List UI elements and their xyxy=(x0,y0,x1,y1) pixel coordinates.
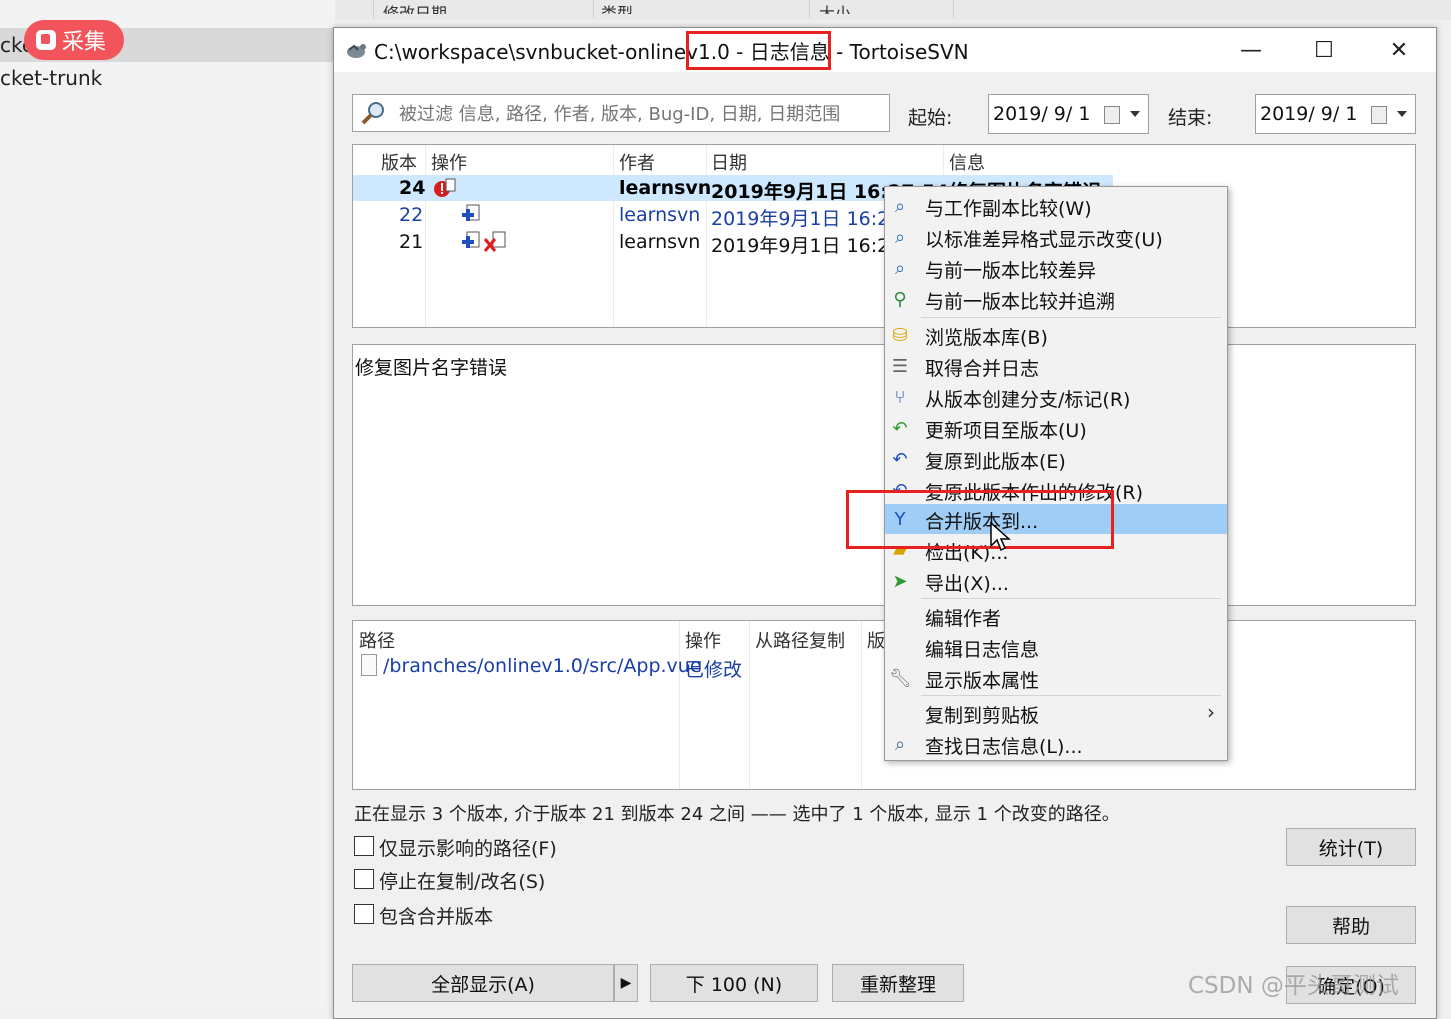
chevron-down-icon[interactable] xyxy=(1397,111,1407,117)
revision-author: learnsvn xyxy=(619,204,701,226)
window-title: C:\workspace\svnbucket-onlinev1.0 - 日志信息… xyxy=(374,40,969,64)
col-header-date[interactable]: 日期 xyxy=(711,149,747,175)
bg-col-modified[interactable]: 修改日期 xyxy=(383,0,447,14)
menu-blame-previous[interactable]: ⚲ 与前一版本比较并追溯 xyxy=(885,284,1227,314)
stop-on-copy-label[interactable]: 停止在复制/改名(S) xyxy=(379,867,545,894)
to-date-value: 2019/ 9/ 1 xyxy=(1260,103,1358,125)
revision-author: learnsvn xyxy=(619,231,701,253)
menu-update-to-revision[interactable]: ↶ 更新项目至版本(U) xyxy=(885,413,1227,443)
revision-date: 2019年9月1日 16:23 xyxy=(711,235,902,257)
menu-compare-wc[interactable]: ⌕ 与工作副本比较(W) xyxy=(885,191,1227,221)
menu-branch-tag[interactable]: ⑂ 从版本创建分支/标记(R) xyxy=(885,382,1227,412)
stop-on-copy-checkbox[interactable] xyxy=(354,869,374,889)
branch-icon: ⑂ xyxy=(894,387,906,408)
calendar-icon xyxy=(1104,106,1120,124)
title-bar[interactable]: C:\workspace\svnbucket-onlinev1.0 - 日志信息… xyxy=(334,28,1436,72)
col-header-revision[interactable]: 版本 xyxy=(381,149,417,175)
minimize-button[interactable]: — xyxy=(1216,28,1286,72)
from-date-label: 起始: xyxy=(908,107,953,129)
maximize-button[interactable]: ☐ xyxy=(1289,28,1359,72)
explorer-item[interactable]: cket-trunk xyxy=(0,66,102,90)
col-header-path-action[interactable]: 操作 xyxy=(685,627,721,653)
modified-action-icon xyxy=(434,178,456,197)
export-icon: ➤ xyxy=(892,571,908,592)
col-header-copy-from[interactable]: 从路径复制 xyxy=(755,627,845,653)
menu-show-properties[interactable]: 🔧︎ 显示版本属性 xyxy=(885,663,1227,693)
col-header-path[interactable]: 路径 xyxy=(359,627,395,653)
search-icon xyxy=(361,102,384,125)
include-merged-checkbox[interactable] xyxy=(354,904,374,924)
background-column-header: 修改日期 类型 大小 xyxy=(335,0,1451,20)
menu-repo-browser[interactable]: ⛁ 浏览版本库(B) xyxy=(885,320,1227,350)
submenu-arrow-icon: › xyxy=(1207,700,1215,724)
menu-edit-author[interactable]: 编辑作者 xyxy=(885,601,1227,631)
repo-browser-icon: ⛁ xyxy=(892,325,908,346)
added-action-icon xyxy=(462,231,480,248)
statistics-button[interactable]: 统计(T) xyxy=(1286,828,1416,866)
revision-author: learnsvn xyxy=(619,177,712,199)
to-date-label: 结束: xyxy=(1168,107,1213,129)
close-button[interactable]: ✕ xyxy=(1364,28,1434,72)
include-merged-label[interactable]: 包含合并版本 xyxy=(379,902,493,929)
refresh-button[interactable]: 重新整理 xyxy=(832,964,964,1002)
calendar-icon xyxy=(1371,106,1387,124)
file-icon xyxy=(361,654,377,676)
menu-find-log[interactable]: ⌕ 查找日志信息(L)... xyxy=(885,729,1227,759)
magnifier-icon: ⌕ xyxy=(894,258,906,279)
context-menu: ⌕ 与工作副本比较(W) ⌕ 以标准差异格式显示改变(U) ⌕ 与前一版本比较差… xyxy=(884,186,1228,761)
menu-unified-diff[interactable]: ⌕ 以标准差异格式显示改变(U) xyxy=(885,222,1227,252)
changed-path[interactable]: /branches/onlinev1.0/src/App.vue xyxy=(383,655,702,677)
revision-number: 21 xyxy=(399,231,424,253)
show-all-button[interactable]: 全部显示(A) xyxy=(352,964,614,1002)
list-icon: ☰ xyxy=(891,356,909,377)
search-icon: ⌕ xyxy=(894,734,906,755)
mouse-cursor-icon xyxy=(990,522,1011,552)
menu-merge-log[interactable]: ☰ 取得合并日志 xyxy=(885,351,1227,381)
menu-compare-previous[interactable]: ⌕ 与前一版本比较差异 xyxy=(885,253,1227,283)
menu-revert-to-revision[interactable]: ↶ 复原到此版本(E) xyxy=(885,444,1227,474)
revision-number: 24 xyxy=(399,177,426,199)
revert-arrow-icon: ↶ xyxy=(892,449,908,470)
filter-input[interactable] xyxy=(397,101,881,127)
col-header-revision-short[interactable]: 版 xyxy=(867,627,885,653)
next-100-button[interactable]: 下 100 (N) xyxy=(650,964,818,1002)
collect-badge-label: 采集 xyxy=(62,30,107,55)
col-header-author[interactable]: 作者 xyxy=(619,149,655,175)
bg-col-type[interactable]: 类型 xyxy=(601,0,633,14)
wrench-icon: 🔧︎ xyxy=(889,668,912,689)
annotation-highlight-menu xyxy=(846,490,1114,549)
background-explorer-pane: cke...1.0 cket-trunk xyxy=(0,0,335,1007)
col-header-actions[interactable]: 操作 xyxy=(431,149,467,175)
user-magnifier-icon: ⚲ xyxy=(893,289,907,310)
update-arrow-icon: ↶ xyxy=(892,418,908,439)
changed-path-action: 已修改 xyxy=(685,659,743,681)
status-text: 正在显示 3 个版本, 介于版本 21 到版本 24 之间 —— 选中了 1 个… xyxy=(354,804,1120,825)
from-date-value: 2019/ 9/ 1 xyxy=(993,103,1091,125)
deleted-action-icon xyxy=(483,231,506,252)
to-date-picker[interactable]: 2019/ 9/ 1 xyxy=(1255,94,1416,134)
help-button[interactable]: 帮助 xyxy=(1286,906,1416,944)
magnifier-icon: ⌕ xyxy=(894,196,906,217)
menu-edit-log-message[interactable]: 编辑日志信息 xyxy=(885,632,1227,662)
filter-box[interactable] xyxy=(352,94,890,132)
only-affected-paths-label[interactable]: 仅显示影响的路径(F) xyxy=(379,834,557,861)
only-affected-paths-checkbox[interactable] xyxy=(354,836,374,856)
revision-number: 22 xyxy=(399,204,424,226)
collect-icon xyxy=(36,30,56,50)
menu-copy-to-clipboard[interactable]: 复制到剪贴板 › xyxy=(885,698,1227,728)
magnifier-icon: ⌕ xyxy=(894,227,906,248)
bg-col-size[interactable]: 大小 xyxy=(819,0,851,14)
revision-date: 2019年9月1日 16:24 xyxy=(711,208,902,230)
menu-export[interactable]: ➤ 导出(X)... xyxy=(885,566,1227,596)
annotation-highlight-title xyxy=(686,31,831,70)
collect-badge[interactable]: 采集 xyxy=(24,20,124,60)
col-header-message[interactable]: 信息 xyxy=(949,149,985,175)
watermark: CSDN @平头哥测试 xyxy=(1188,973,1399,999)
chevron-down-icon[interactable] xyxy=(1130,111,1140,117)
from-date-picker[interactable]: 2019/ 9/ 1 xyxy=(988,94,1149,134)
log-message-text: 修复图片名字错误 xyxy=(355,357,508,379)
added-action-icon xyxy=(462,204,480,221)
show-all-dropdown[interactable]: ▶ xyxy=(614,964,638,1002)
tortoisesvn-icon xyxy=(347,44,366,58)
